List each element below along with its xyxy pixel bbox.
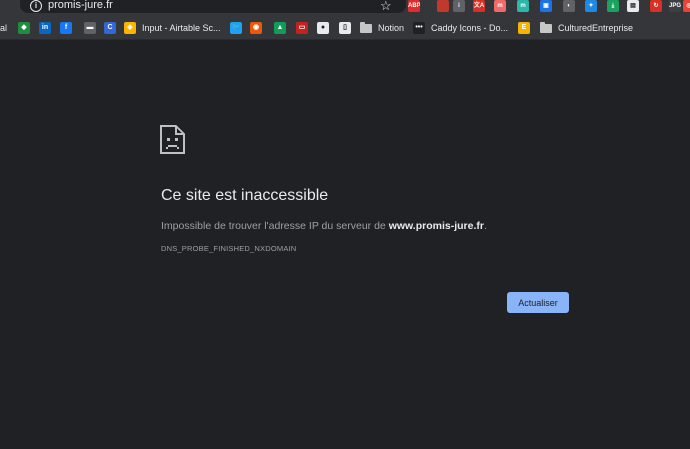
drive-icon: ▲ [274,22,286,34]
page-icon[interactable]: ▤ [627,0,639,12]
green-diamond-icon: ◆ [18,22,30,34]
bookmark-label: al [0,23,8,33]
folder-icon [360,21,372,33]
bookmark-twitter[interactable]: 🐦 [230,16,242,40]
jpg-icon[interactable]: JPG [669,0,681,12]
url-text[interactable]: promis-jure.fr [48,0,113,12]
mm-icon[interactable]: m [494,0,506,12]
c-circle-icon: C [104,22,116,34]
error-message: Impossible de trouver l'adresse IP du se… [161,219,487,233]
bookmark-doc[interactable]: ▯ [339,16,351,40]
bookmark-label: CulturedEntreprise [558,23,634,33]
bookmark-drive[interactable]: ▲ [274,16,286,40]
folder-icon [540,21,552,33]
bookmark-label: Caddy Icons - Do... [431,23,509,33]
window-icon[interactable]: ▣ [540,0,552,12]
bookmark-orange-circle[interactable]: ◉ [250,16,262,40]
circle-icon[interactable]: ◐ [563,0,575,12]
bookmark-linkedin[interactable]: in [39,16,51,40]
error-title: Ce site est inaccessible [161,187,329,204]
error-message-suffix: . [483,220,487,232]
bookmark-star-icon[interactable]: ☆ [380,0,392,13]
bookmark-facebook[interactable]: f [60,16,72,40]
info-icon[interactable]: i [453,0,465,12]
bookmark-cultured[interactable]: CulturedEntreprise [540,16,633,40]
e-icon: E [518,22,530,34]
bookmark-red-bar[interactable]: ▭ [296,16,308,40]
bookmark-caddy[interactable]: ••• Caddy Icons - Do... [413,16,508,40]
sad-page-icon [160,125,186,160]
m-icon[interactable]: m [517,0,529,12]
error-code: DNS_PROBE_FINISHED_NXDOMAIN [161,244,297,253]
bookmark-e[interactable]: E [518,16,530,40]
error-host: www.promis-jure.fr [388,220,484,232]
caddy-icon: ••• [413,22,425,34]
bookmark-al[interactable]: al [0,16,7,40]
site-info-icon[interactable]: i [30,0,42,12]
airtable-icon: ◈ [124,22,136,34]
bookmark-label: Notion [378,23,405,33]
pin-icon[interactable]: ⤓ [607,0,619,12]
bookmark-green-diamond[interactable]: ◆ [18,16,30,40]
facebook-icon: f [60,22,72,34]
adblock-plus-icon[interactable]: ABP [408,0,420,12]
error-message-prefix: Impossible de trouver l'adresse IP du se… [161,220,389,232]
bookmark-label: Input - Airtable Sc... [142,23,221,33]
red-bar-icon: ▭ [296,22,308,34]
translate-icon[interactable]: 文A [473,0,485,12]
linkedin-icon: in [39,22,51,34]
doc-icon: ▯ [339,22,351,34]
pen-tool-icon[interactable] [437,0,449,12]
twitter-icon: 🐦 [230,22,242,34]
browser-toolbar: i promis-jure.fr ☆ ABP i 文A m m ▣ ◐ ✦ ⤓ ▤ ↻ JPG ◎ [0,0,690,16]
red-circle-icon[interactable]: ↻ [650,0,662,12]
bookmark-monitor[interactable]: ▬ [84,16,96,40]
github-icon: ● [317,22,329,34]
reload-button[interactable]: Actualiser [507,292,569,313]
bookmarks-bar: al ◆ in f ▬ C ◈ Input - Airtable Sc... 🐦 ◉ ▲ ▭ ● ▯ Not… [0,16,690,40]
bookmark-c-circle[interactable]: C [104,16,116,40]
bookmark-airtable[interactable]: ◈ Input - Airtable Sc... [124,16,221,40]
feather-icon[interactable]: ✦ [585,0,597,12]
bookmark-github[interactable]: ● [317,16,329,40]
bookmark-notion[interactable]: Notion [360,16,404,40]
target-icon[interactable]: ◎ [683,0,690,12]
orange-circle-icon: ◉ [250,22,262,34]
monitor-icon: ▬ [84,22,96,34]
